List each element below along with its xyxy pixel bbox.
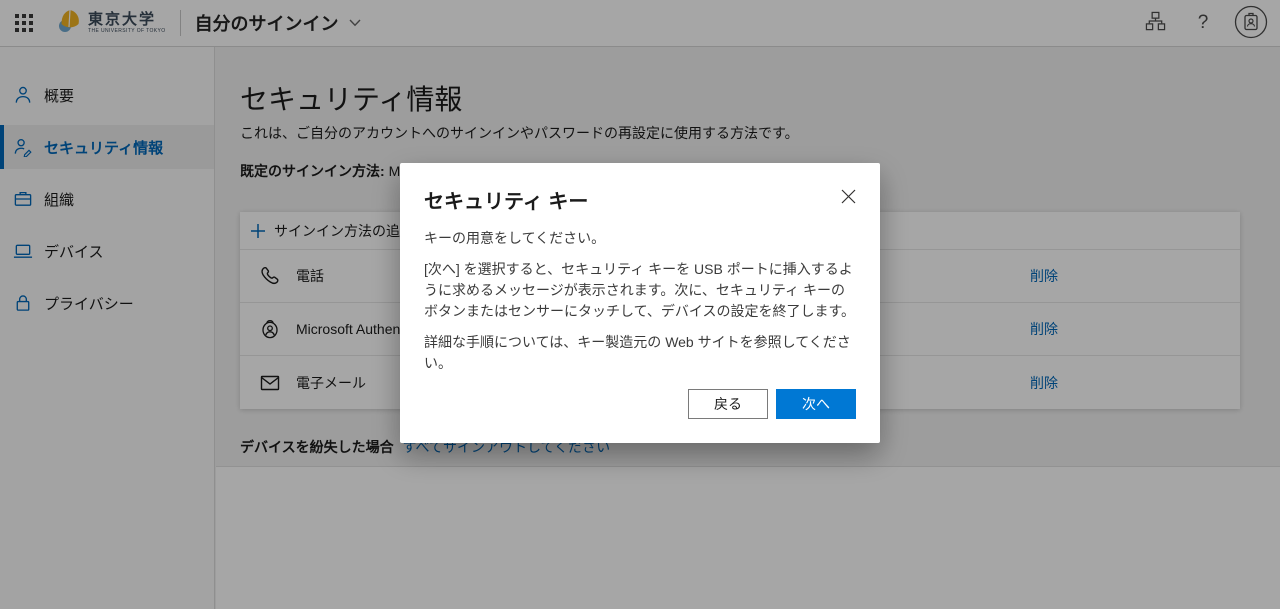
close-dialog-button[interactable] <box>837 185 860 211</box>
close-icon <box>841 189 856 207</box>
dialog-paragraph-2: [次へ] を選択すると、セキュリティ キーを USB ポートに挿入するように求め… <box>424 259 856 322</box>
dialog-title: セキュリティ キー <box>424 185 588 214</box>
security-key-dialog: セキュリティ キー キーの用意をしてください。 [次へ] を選択すると、セキュリ… <box>400 163 880 443</box>
dialog-paragraph-3: 詳細な手順については、キー製造元の Web サイトを参照してください。 <box>424 332 856 374</box>
next-button[interactable]: 次へ <box>776 389 856 419</box>
back-button[interactable]: 戻る <box>688 389 768 419</box>
dialog-paragraph-1: キーの用意をしてください。 <box>424 228 856 249</box>
